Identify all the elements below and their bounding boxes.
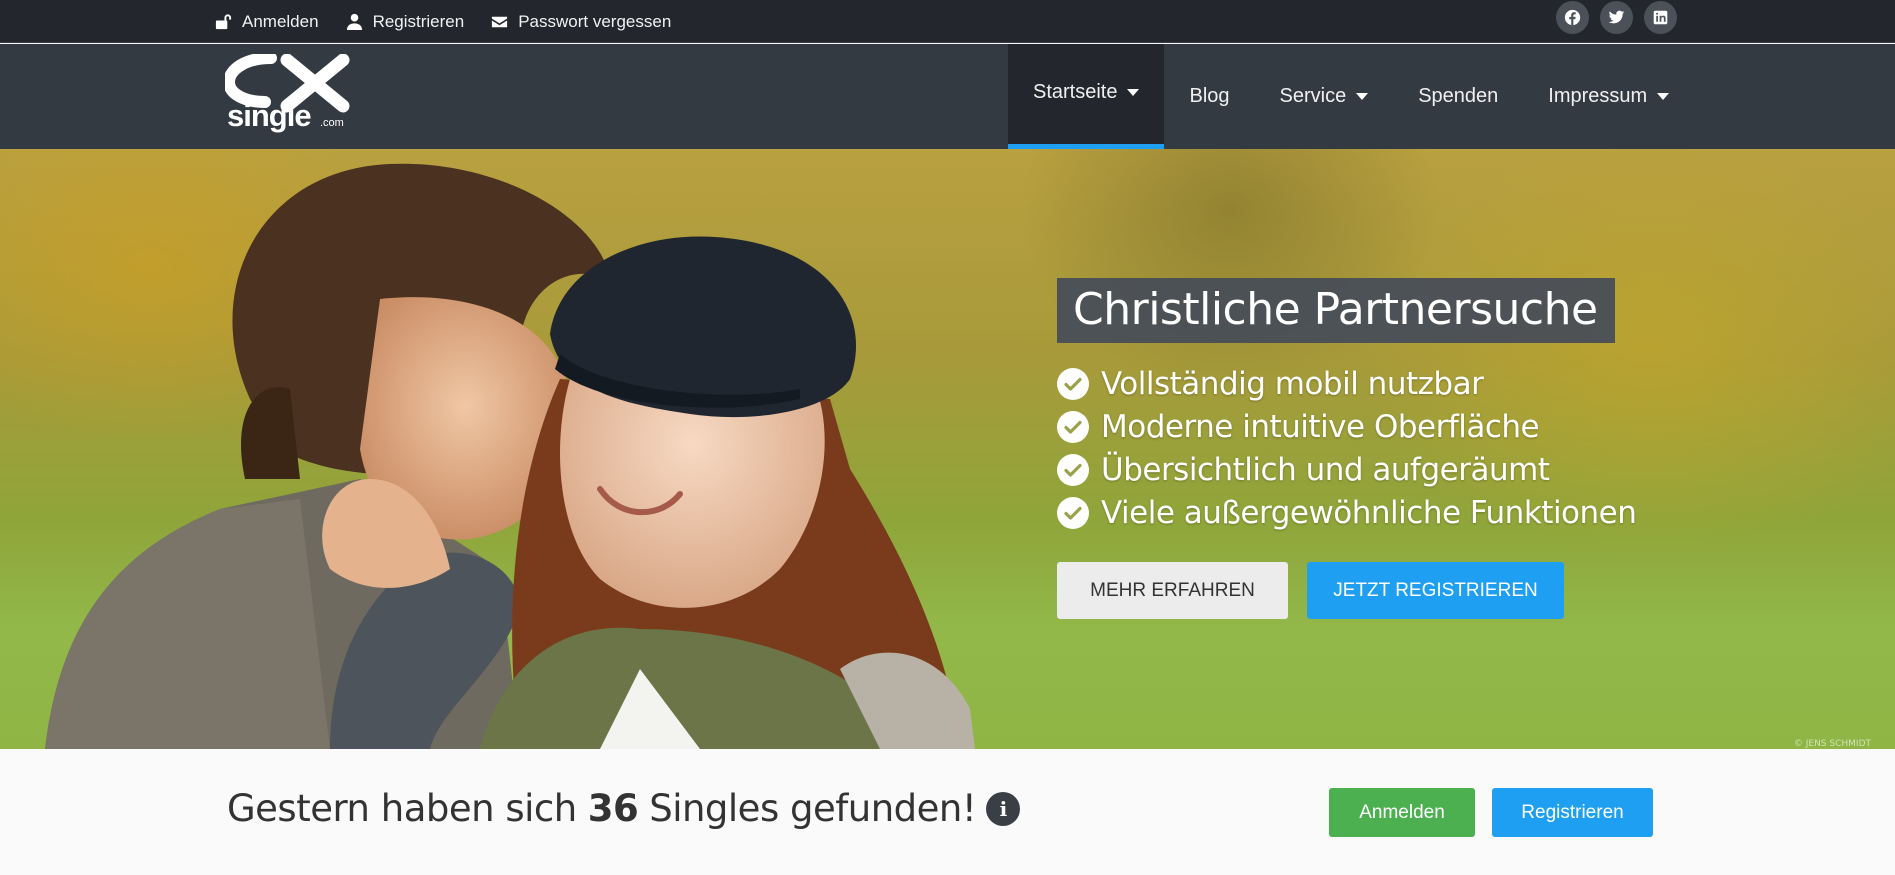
top-utility-bar: Anmelden Registrieren Passwort vergessen <box>0 0 1895 43</box>
logo-mark: www single .com <box>222 52 350 133</box>
twitter-icon <box>1608 10 1625 24</box>
nav-service[interactable]: Service <box>1255 44 1394 149</box>
unlock-icon <box>215 14 232 30</box>
hero-title: Christliche Partnersuche <box>1057 278 1615 343</box>
matches-suffix: Singles gefunden! <box>649 787 977 830</box>
matches-prefix: Gestern haben sich <box>227 787 577 830</box>
nav-startseite[interactable]: Startseite <box>1008 44 1165 149</box>
feature-label: Viele außergewöhnliche Funktionen <box>1101 494 1637 531</box>
check-circle-icon <box>1057 496 1089 529</box>
facebook-icon <box>1564 9 1581 26</box>
nav-impressum[interactable]: Impressum <box>1523 44 1694 149</box>
register-link-label: Registrieren <box>372 11 465 31</box>
logo-tld: .com <box>320 117 344 129</box>
feature-label: Moderne intuitive Oberfläche <box>1101 408 1540 445</box>
site-logo[interactable]: www single .com <box>222 52 350 134</box>
social-links <box>1556 1 1677 34</box>
logo-www: www <box>239 76 271 91</box>
stats-strip: Gestern haben sich 36 Singles gefunden! … <box>0 749 1895 875</box>
nav-spenden[interactable]: Spenden <box>1393 44 1523 149</box>
feature-item: Moderne intuitive Oberfläche <box>1057 405 1636 448</box>
nav-startseite-label: Startseite <box>1033 81 1118 103</box>
register-link[interactable]: Registrieren <box>345 11 465 32</box>
feature-label: Vollständig mobil nutzbar <box>1101 365 1484 402</box>
twitter-button[interactable] <box>1600 1 1633 34</box>
register-button[interactable]: Registrieren <box>1492 788 1653 837</box>
facebook-button[interactable] <box>1556 1 1589 34</box>
matches-yesterday-text: Gestern haben sich 36 Singles gefunden! … <box>227 787 1021 830</box>
nav-impressum-label: Impressum <box>1548 85 1648 107</box>
forgot-password-link[interactable]: Passwort vergessen <box>490 12 671 32</box>
user-icon <box>346 13 362 31</box>
learn-more-button[interactable]: MEHR ERFAHREN <box>1057 562 1288 619</box>
register-now-button[interactable]: JETZT REGISTRIEREN <box>1307 562 1564 619</box>
nav-blog-label: Blog <box>1189 85 1230 107</box>
hero-actions: MEHR ERFAHREN JETZT REGISTRIEREN <box>1057 562 1564 619</box>
login-button[interactable]: Anmelden <box>1329 788 1475 837</box>
linkedin-button[interactable] <box>1644 1 1677 34</box>
matches-count: 36 <box>587 787 639 830</box>
nav-spenden-label: Spenden <box>1418 85 1499 107</box>
chevron-down-icon <box>1356 93 1369 100</box>
account-links: Anmelden Registrieren Passwort vergessen <box>214 0 671 43</box>
linkedin-icon <box>1653 10 1668 25</box>
feature-item: Vollständig mobil nutzbar <box>1057 362 1636 405</box>
feature-list: Vollständig mobil nutzbar Moderne intuit… <box>1057 362 1637 534</box>
check-circle-icon <box>1057 453 1089 486</box>
photo-credit: © JENS SCHMIDT <box>1793 739 1871 749</box>
hero-banner: © JENS SCHMIDT Christliche Partnersuche … <box>0 149 1895 749</box>
feature-item: Viele außergewöhnliche Funktionen <box>1057 491 1637 534</box>
main-navbar: www single .com Startseite Blog Service … <box>0 44 1895 149</box>
login-link[interactable]: Anmelden <box>214 12 319 32</box>
info-icon[interactable]: i <box>986 791 1021 826</box>
nav-service-label: Service <box>1279 85 1347 107</box>
check-circle-icon <box>1057 367 1089 400</box>
feature-label: Übersichtlich und aufgeräumt <box>1101 451 1550 488</box>
chevron-down-icon <box>1657 93 1670 100</box>
main-menu: Startseite Blog Service Spenden Impressu… <box>1008 44 1694 149</box>
strip-actions: Anmelden Registrieren <box>1329 788 1653 837</box>
check-circle-icon <box>1057 410 1089 443</box>
forgot-password-label: Passwort vergessen <box>518 11 672 31</box>
login-link-label: Anmelden <box>242 11 319 31</box>
feature-item: Übersichtlich und aufgeräumt <box>1057 448 1636 491</box>
logo-name: single <box>227 98 311 133</box>
chevron-down-icon <box>1127 89 1140 96</box>
envelope-icon <box>492 16 508 28</box>
nav-blog[interactable]: Blog <box>1164 44 1254 149</box>
